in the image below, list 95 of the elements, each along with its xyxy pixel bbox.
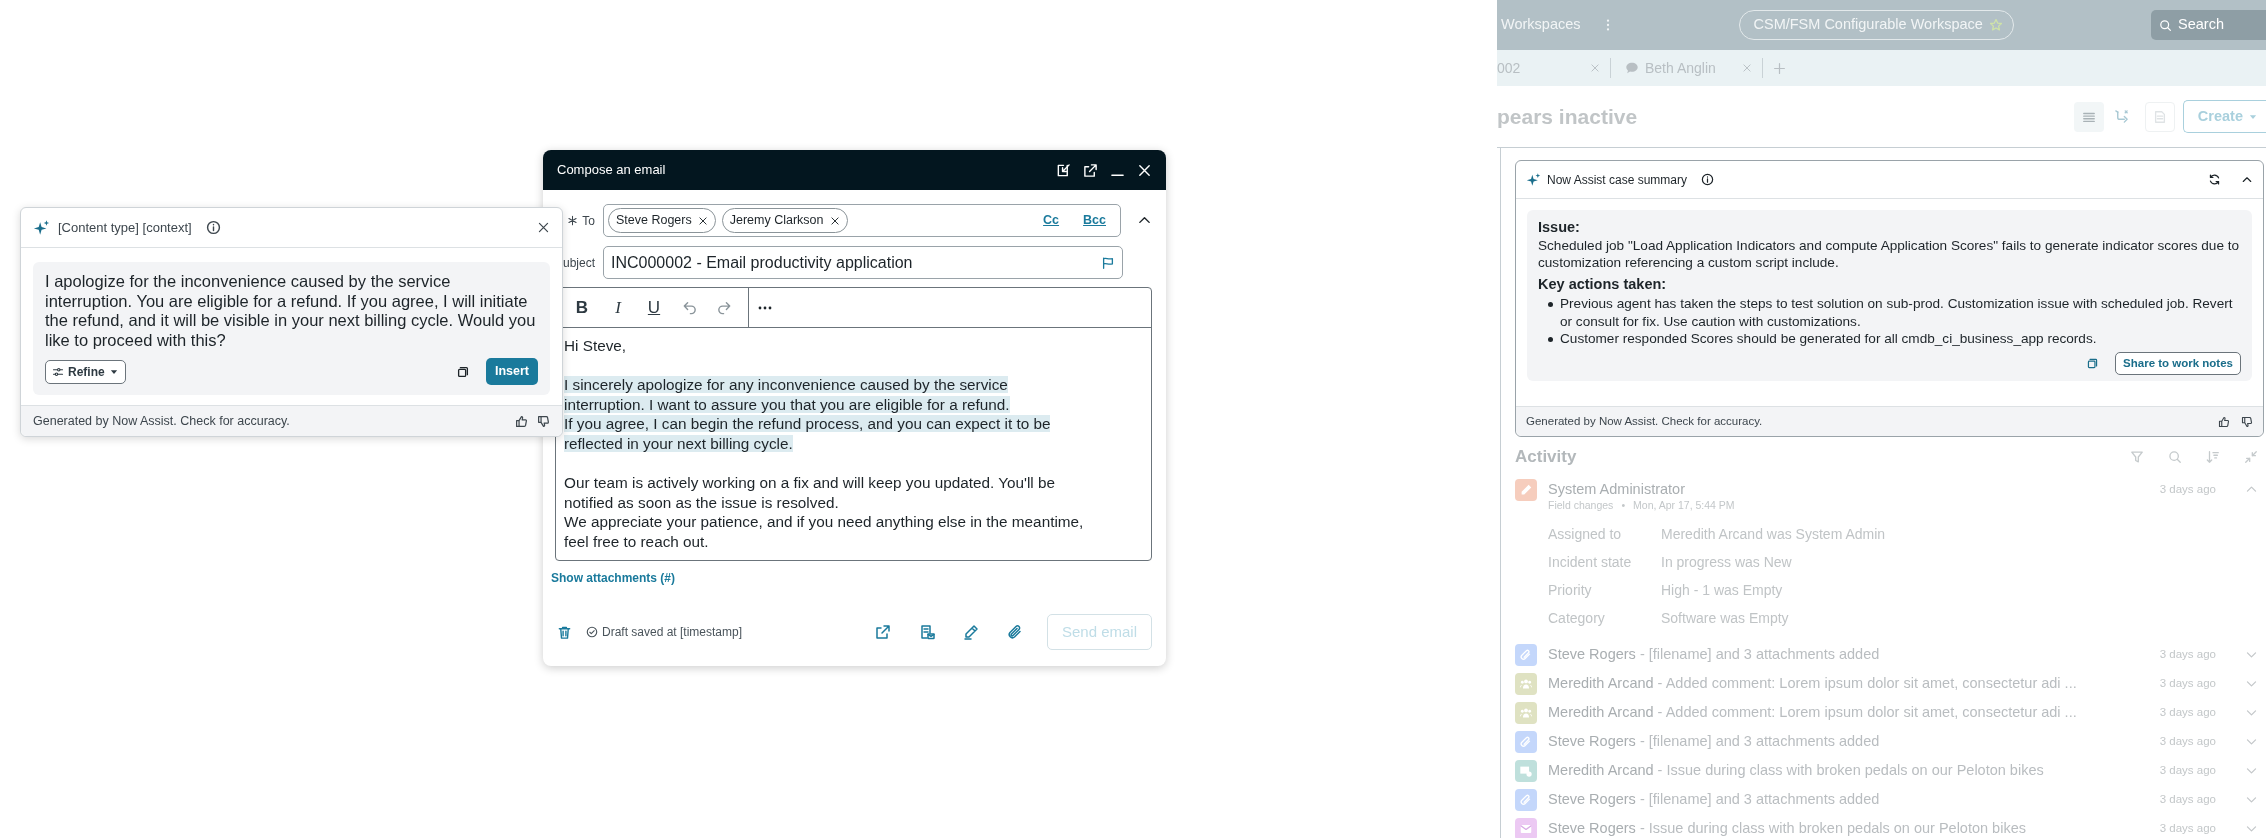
activity-entry[interactable]: Steve Rogers - Issue during class with broken pedals on our Peloton bikes (1548, 817, 2149, 838)
required-icon (567, 215, 579, 226)
email-paragraph: I sincerely apologize for any inconvenience caused by the service interruption. I want to assure you that you are eligible for a refund. If you agree, I can begin the refund process, and you can expect it to be reflected in your next billing cycle. (564, 375, 1052, 454)
subject-field[interactable]: INC000002 - Email productivity application (603, 246, 1123, 279)
bullet-icon (1548, 302, 1553, 307)
create-button[interactable]: Create (2182, 99, 2266, 134)
timestamp: 3 days ago (2159, 734, 2216, 749)
disclaimer-text: Generated by Now Assist. Check for accuracy. (1526, 413, 1763, 429)
timestamp: 3 days ago (2159, 647, 2216, 662)
window-title: Compose an email (557, 161, 666, 180)
bcc-link[interactable]: Bcc (1083, 211, 1106, 230)
section-title: Activity (1515, 447, 1577, 468)
activity-entry[interactable]: Steve Rogers - [filename] and 3 attachments added (1548, 643, 2149, 666)
thumbs-up-icon[interactable] (2218, 415, 2230, 428)
timestamp: 3 days ago (2159, 821, 2216, 836)
italic-button[interactable]: I (600, 294, 636, 321)
sparkle-icon (1526, 172, 1541, 187)
undo-icon[interactable] (681, 299, 698, 316)
pencil-icon[interactable] (962, 624, 979, 640)
field-value: In progress was New (1661, 553, 1793, 573)
refresh-icon[interactable] (2208, 173, 2221, 186)
generated-text: I apologize for the inconvenience caused by the service interruption. You are eligible for a refund. If you agree, I will initiate the refund, and it will be visible in your next billing cycle. Would you like to proceed with this? (45, 272, 537, 351)
thumbs-down-icon[interactable] (2241, 415, 2253, 428)
draft-status: Draft saved at [timestamp] (602, 624, 743, 641)
refine-dropdown[interactable]: Refine (45, 359, 126, 384)
flag-icon[interactable] (1101, 255, 1115, 270)
info-icon[interactable] (205, 220, 221, 236)
field-name: Category (1548, 609, 1606, 629)
timestamp: 3 days ago (2159, 705, 2216, 720)
activity-entry[interactable]: Meredith Arcand - Issue during class with broken pedals on our Peloton bikes (1548, 759, 2149, 782)
field-value: Meredith Arcand was System Admin (1661, 525, 1887, 545)
subject-value: INC000002 - Email productivity application (611, 252, 914, 273)
field-name: Assigned to (1548, 525, 1623, 545)
field-value: High - 1 was Empty (1661, 581, 1784, 601)
activity-entry[interactable]: Steve Rogers - [filename] and 3 attachments added (1548, 730, 2149, 753)
share-button[interactable]: Share to work notes (2115, 351, 2241, 375)
email-editor[interactable] (555, 287, 1152, 561)
activity-author[interactable]: System Administrator (1548, 479, 2149, 501)
chat-icon (1625, 61, 1639, 75)
recipient-chip[interactable]: Steve Rogers (608, 208, 716, 233)
info-icon[interactable] (1701, 173, 1715, 186)
attachments-link[interactable]: Show attachments (#) (551, 569, 676, 587)
action-item: Previous agent has taken the steps to test solution on sub-prod. Customization issue with scheduled job. Revert or consult for fix. Use caution with customizations. (1560, 295, 2234, 330)
field-name: Priority (1548, 581, 1593, 601)
underline-button[interactable]: U (636, 294, 672, 321)
activity-entry[interactable]: Steve Rogers - [filename] and 3 attachments added (1548, 788, 2149, 811)
paperclip-icon[interactable] (1006, 624, 1023, 640)
recipient-chip[interactable]: Jeremy Clarkson (721, 208, 848, 233)
copy-icon[interactable] (455, 364, 470, 379)
field-label: To (582, 212, 595, 230)
insert-button[interactable]: Insert (485, 358, 538, 386)
redo-icon[interactable] (716, 299, 733, 316)
document-icon (2152, 109, 2167, 124)
close-icon (829, 215, 840, 226)
cc-link[interactable]: Cc (1043, 211, 1060, 230)
close-icon[interactable] (537, 221, 550, 235)
issue-text: Scheduled job "Load Application Indicators and compute Application Scores" fails to generate indicator scores due to customization referencing a custom script include. (1538, 236, 2241, 272)
entry-date: Mon, Apr 17, 5:44 PM (1633, 498, 1735, 514)
activity-entry[interactable]: Meredith Arcand - Added comment: Lorem ipsum dolor sit amet, consectetur adi ... (1548, 701, 2149, 724)
card-title: Now Assist case summary (1547, 171, 1688, 189)
timestamp: 3 days ago (2159, 792, 2216, 807)
check-circle-icon (586, 626, 598, 638)
edit-icon[interactable] (1056, 162, 1071, 178)
section-heading: Issue: (1538, 219, 1581, 237)
recipient-field[interactable]: Steve Rogers Jeremy Clarkson Cc Bcc (603, 204, 1121, 237)
separator-dot: • (1621, 498, 1626, 514)
trash-icon[interactable] (557, 624, 572, 640)
search-icon (2159, 18, 2172, 32)
email-paragraph: Hi Steve, (564, 336, 628, 356)
close-icon[interactable] (1137, 162, 1152, 178)
panel-title: [Content type] [context] (58, 218, 192, 237)
template-icon[interactable] (918, 624, 935, 640)
bullet-icon (1548, 337, 1553, 342)
field-label: ubject (561, 254, 595, 272)
thumbs-up-icon[interactable] (515, 414, 528, 428)
timestamp: 3 days ago (2159, 763, 2216, 778)
section-heading: Key actions taken: (1538, 275, 1668, 293)
field-value: Software was Empty (1661, 609, 1790, 629)
search-field[interactable]: Search (2151, 10, 2266, 40)
thumbs-down-icon[interactable] (537, 414, 550, 428)
timestamp: 3 days ago (2159, 482, 2216, 498)
email-paragraph: Our team is actively working on a fix and will keep you updated. You'll be notified as soon as the issue is resolved. We appreciate your patience, and if you need anything else in the meantime, feel free to reach out. (564, 473, 1085, 552)
activity-entry[interactable]: Meredith Arcand - Added comment: Lorem ipsum dolor sit amet, consectetur adi ... (1548, 672, 2149, 695)
workspaces-menu[interactable]: Workspaces (1501, 14, 1581, 36)
close-icon (697, 215, 708, 226)
entry-type: Field changes (1548, 498, 1614, 514)
record-heading: pears inactive (1497, 103, 1638, 130)
bold-button[interactable]: B (564, 294, 600, 321)
disclaimer-text: Generated by Now Assist. Check for accuracy. (33, 412, 290, 430)
sliders-icon (52, 365, 64, 378)
field-name: Incident state (1548, 553, 1633, 573)
pop-out-icon[interactable] (1083, 162, 1098, 178)
action-item: Customer responded Scores should be generated for all cmdb_ci_business_app records. (1560, 330, 2097, 348)
star-icon[interactable] (1988, 18, 2003, 32)
timestamp: 3 days ago (2159, 676, 2216, 691)
